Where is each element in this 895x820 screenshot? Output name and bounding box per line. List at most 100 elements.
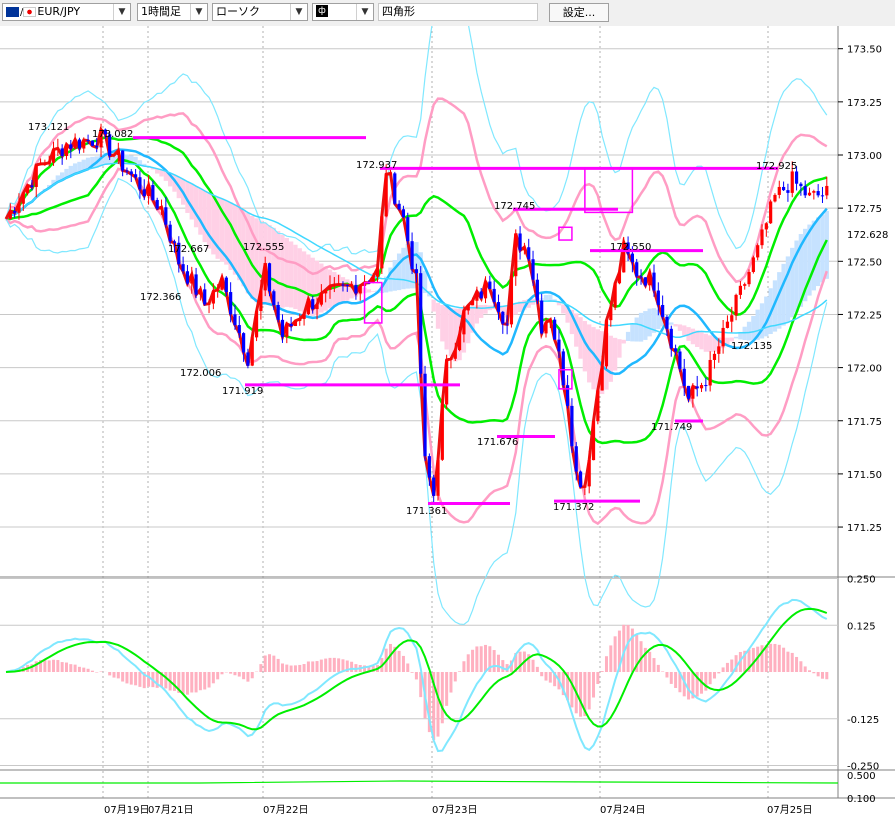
macd-histogram-bar bbox=[790, 652, 794, 672]
time-axis: 07月19日07月21日 07月22日 07月23日 07月24日 07月25日 bbox=[104, 804, 812, 816]
candle-body bbox=[630, 253, 634, 263]
drawn-rectangle bbox=[584, 167, 634, 214]
macd-histogram-bar bbox=[782, 647, 786, 672]
macd-histogram-bar bbox=[280, 663, 284, 672]
candle-body bbox=[609, 307, 613, 321]
candle-body bbox=[825, 185, 829, 196]
chart-style-select[interactable]: ローソク ▼ bbox=[212, 3, 308, 21]
candle-body bbox=[38, 163, 43, 166]
macd-histogram-bar bbox=[665, 672, 669, 678]
settings-button[interactable]: 設定... bbox=[549, 3, 609, 22]
candle-body bbox=[172, 241, 177, 243]
candle-body bbox=[134, 174, 138, 178]
macd-histogram-bar bbox=[708, 672, 712, 685]
candle-body bbox=[470, 300, 475, 306]
candle-body bbox=[548, 319, 552, 323]
price-axis: 173.50 173.25 173.00 172.75 172.50 172.25 172.… bbox=[838, 45, 888, 534]
candle-body bbox=[790, 171, 794, 193]
candle-body bbox=[401, 209, 406, 218]
candle-body bbox=[280, 319, 285, 337]
macd-histogram-bar bbox=[445, 672, 449, 706]
cloud-segment bbox=[647, 308, 652, 337]
chevron-down-icon[interactable]: ▼ bbox=[190, 4, 207, 20]
macd-histogram-bar bbox=[337, 658, 341, 672]
candle-body bbox=[328, 286, 332, 290]
macd-histogram-bar bbox=[138, 672, 142, 687]
current-price-label: 172.628 bbox=[847, 230, 888, 241]
candle-body bbox=[306, 299, 310, 315]
candle-body bbox=[254, 310, 259, 338]
candle-body bbox=[112, 155, 116, 157]
macd-histogram-bar bbox=[181, 672, 185, 694]
macd-histogram-bar bbox=[777, 644, 781, 672]
candle-body bbox=[138, 177, 142, 190]
macd-histogram-bar bbox=[298, 664, 302, 672]
candle-body bbox=[756, 245, 760, 258]
candle-body bbox=[803, 186, 807, 196]
candle-body bbox=[721, 327, 725, 347]
macd-histogram-bar bbox=[453, 672, 457, 682]
price-tick-label: 171.50 bbox=[847, 470, 882, 481]
macd-histogram-bar bbox=[306, 661, 310, 672]
candle-body bbox=[207, 303, 211, 305]
cloud-segment bbox=[746, 321, 752, 341]
chevron-down-icon[interactable]: ▼ bbox=[356, 4, 373, 20]
candle-body bbox=[436, 459, 440, 496]
candle-body bbox=[561, 351, 565, 386]
candle-body bbox=[427, 456, 431, 478]
macd-histogram-bar bbox=[531, 659, 535, 672]
candle-body bbox=[786, 190, 790, 193]
macd-histogram-bar bbox=[147, 672, 151, 687]
candle-body bbox=[769, 201, 773, 224]
macd-histogram-bar bbox=[211, 672, 215, 684]
timeframe-select[interactable]: 1時間足 ▼ bbox=[137, 3, 208, 21]
price-tick-label: 172.25 bbox=[847, 310, 882, 321]
candle-body bbox=[272, 291, 276, 306]
cloud-segment bbox=[440, 305, 445, 342]
cloud-segment bbox=[561, 304, 566, 314]
drawing-color-select[interactable]: ф ▼ bbox=[312, 3, 374, 21]
macd-histogram-bar bbox=[484, 644, 488, 672]
candle-body bbox=[146, 185, 151, 197]
chevron-down-icon[interactable]: ▼ bbox=[290, 4, 307, 20]
candle-body bbox=[345, 284, 349, 286]
candle-body bbox=[43, 163, 47, 165]
candle-body bbox=[384, 174, 388, 217]
macd-histogram-bar bbox=[216, 672, 220, 680]
chevron-down-icon[interactable]: ▼ bbox=[113, 4, 130, 20]
price-tick-label: 173.25 bbox=[847, 98, 882, 109]
candle-body bbox=[393, 173, 397, 204]
macd-histogram-bar bbox=[604, 656, 608, 672]
candle-body bbox=[475, 291, 479, 301]
macd-histogram-bar bbox=[812, 672, 816, 674]
candle-body bbox=[578, 471, 583, 488]
candle-body bbox=[604, 320, 609, 367]
price-annotation-label: 172.555 bbox=[243, 242, 284, 253]
candle-body bbox=[440, 404, 444, 460]
candle-body bbox=[168, 224, 172, 242]
symbol-select[interactable]: / EUR/JPY ▼ bbox=[2, 3, 131, 21]
candle-body bbox=[596, 390, 600, 422]
candle-body bbox=[95, 145, 99, 148]
macd-histogram-bar bbox=[164, 672, 168, 689]
candle-body bbox=[47, 162, 51, 164]
candle-body bbox=[324, 289, 328, 294]
macd-histogram-bar bbox=[600, 671, 604, 672]
cloud-segment bbox=[785, 256, 791, 322]
macd-histogram-bar bbox=[220, 672, 224, 675]
price-annotation-label: 172.366 bbox=[140, 292, 181, 303]
bottom-tick-label: 0.500 bbox=[847, 771, 876, 782]
candle-body bbox=[354, 285, 358, 294]
macd-histogram-bar bbox=[52, 659, 56, 672]
macd-histogram-bar bbox=[535, 666, 539, 672]
macd-histogram-bar bbox=[669, 672, 673, 684]
candle-body bbox=[816, 191, 820, 196]
cloud-segment bbox=[288, 241, 294, 308]
cloud-segment bbox=[781, 263, 786, 326]
candle-body bbox=[479, 291, 483, 299]
price-chart[interactable]: 173.121 173.082 172.667 172.366 172.555 172.0… bbox=[0, 26, 895, 820]
macd-histogram-bar bbox=[704, 672, 708, 691]
cloud-segment bbox=[202, 190, 207, 243]
drawing-tool-field[interactable]: 四角形 bbox=[378, 3, 538, 21]
candle-body bbox=[820, 195, 825, 197]
